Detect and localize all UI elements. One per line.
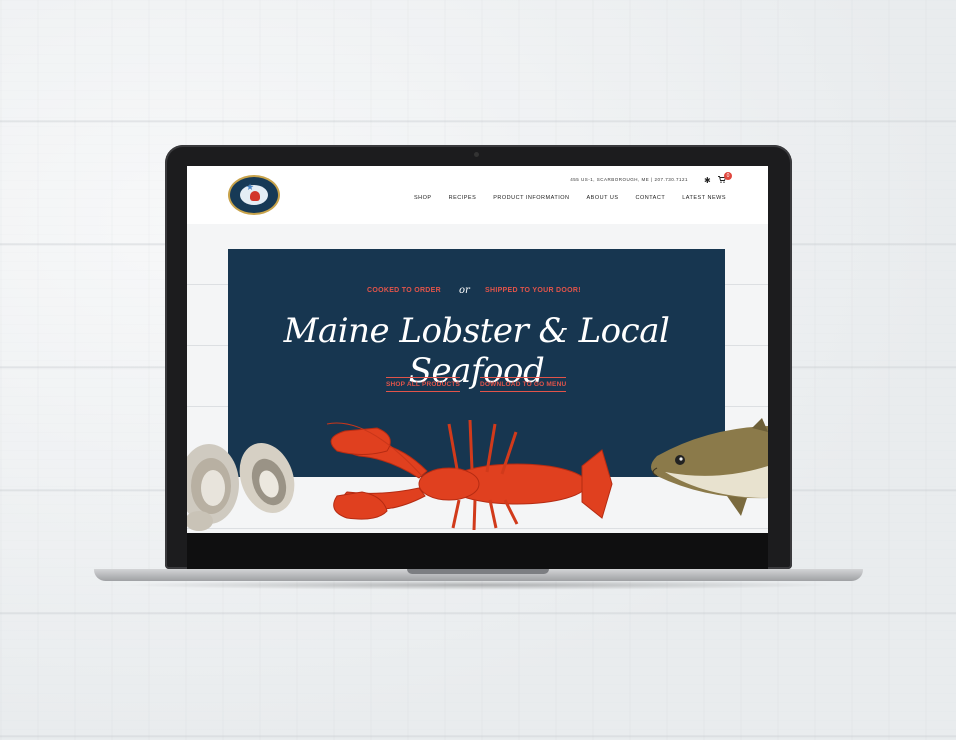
laptop-notch bbox=[407, 569, 549, 574]
laptop-shadow bbox=[120, 580, 836, 590]
laptop-chin bbox=[187, 533, 768, 569]
fish-image bbox=[651, 418, 768, 516]
seafood-illustration bbox=[187, 418, 768, 531]
camera-icon bbox=[474, 152, 479, 157]
laptop-screen: ★ 455 US-1, SCARBOROUGH, ME | 207.730.71… bbox=[187, 166, 768, 533]
oyster-image bbox=[187, 443, 295, 531]
lobster-image bbox=[326, 419, 613, 531]
